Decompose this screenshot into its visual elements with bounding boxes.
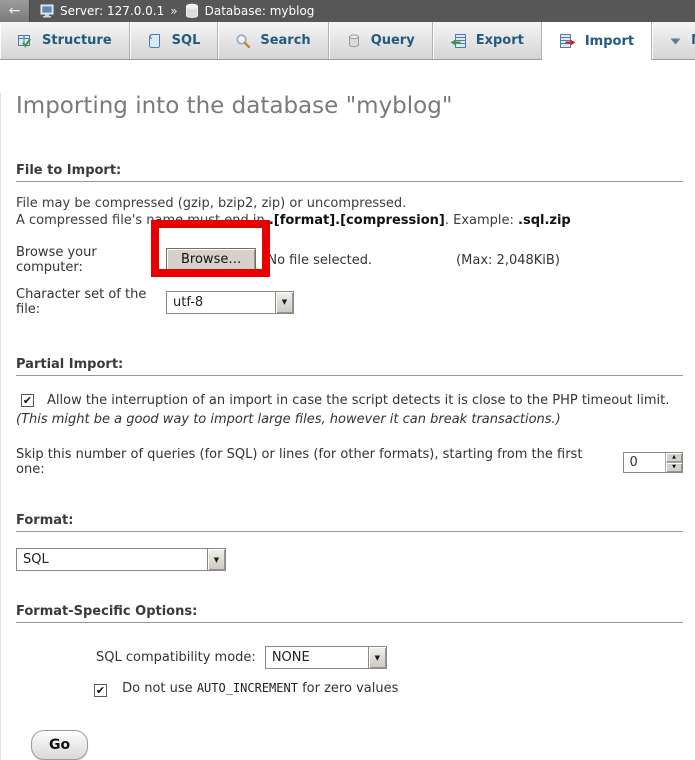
tab-label: SQL: [172, 33, 201, 48]
file-import-description: File may be compressed (gzip, bzip2, zip…: [16, 195, 683, 229]
back-button[interactable]: ←: [0, 0, 30, 22]
auto-increment-code: AUTO_INCREMENT: [197, 681, 298, 695]
auto-increment-text-suffix: for zero values: [298, 681, 398, 696]
sql-icon: [147, 33, 163, 49]
naming-info-prefix: A compressed file's name must end in: [16, 213, 269, 228]
auto-increment-text-prefix: Do not use: [122, 681, 197, 696]
check-icon: ✔: [23, 395, 32, 406]
browse-row: Browse your computer: Browse… No file se…: [16, 245, 683, 275]
sql-compatibility-select[interactable]: NONE ▼: [265, 646, 387, 669]
section-heading-file-to-import: File to Import:: [16, 163, 683, 182]
auto-increment-row: ✔ Do not use AUTO_INCREMENT for zero val…: [94, 680, 683, 697]
format-select-row: SQL ▼: [16, 548, 683, 571]
format-select-value: SQL: [17, 549, 207, 570]
breadcrumb: Server: 127.0.0.1 » Database: myblog: [39, 3, 314, 19]
allow-interruption-checkbox[interactable]: ✔: [21, 394, 34, 407]
tab-sql[interactable]: SQL: [130, 22, 219, 59]
allow-interruption-row: ✔ Allow the interruption of an import in…: [16, 391, 683, 429]
auto-increment-checkbox[interactable]: ✔: [94, 684, 107, 697]
check-icon: ✔: [96, 685, 105, 696]
breadcrumb-database[interactable]: Database: myblog: [205, 4, 315, 18]
skip-queries-value: 0: [624, 453, 665, 472]
format-select[interactable]: SQL ▼: [16, 548, 226, 571]
charset-row: Character set of the file: utf-8 ▼: [16, 287, 683, 317]
naming-info-mid: . Example:: [445, 213, 518, 228]
browse-button[interactable]: Browse…: [166, 248, 256, 272]
spinner-up-button[interactable]: ▲: [666, 453, 682, 462]
import-icon: [559, 33, 576, 49]
compression-info-line: File may be compressed (gzip, bzip2, zip…: [16, 196, 406, 211]
chevron-down-icon: [669, 33, 682, 49]
page-title: Importing into the database "myblog": [16, 93, 683, 119]
section-heading-format-options: Format-Specific Options:: [16, 604, 683, 623]
skip-queries-row: Skip this number of queries (for SQL) or…: [16, 447, 683, 477]
back-arrow-icon: ←: [9, 3, 21, 19]
no-file-selected-text: No file selected.: [267, 253, 372, 268]
tab-label: More: [691, 33, 695, 48]
tab-label: Export: [476, 33, 524, 48]
go-button[interactable]: Go: [31, 730, 88, 760]
charset-label: Character set of the file:: [16, 287, 166, 317]
tab-label: Import: [585, 34, 634, 49]
tab-structure[interactable]: Structure: [0, 22, 130, 59]
charset-select[interactable]: utf-8 ▼: [166, 291, 294, 314]
sql-compatibility-row: SQL compatibility mode: NONE ▼: [96, 646, 683, 669]
dropdown-arrow-icon[interactable]: ▼: [368, 647, 386, 668]
naming-info-example: .sql.zip: [518, 213, 571, 228]
browse-label: Browse your computer:: [16, 245, 166, 275]
tab-query[interactable]: Query: [329, 22, 433, 59]
server-icon: [39, 3, 55, 19]
tab-label: Structure: [42, 33, 112, 48]
allow-interruption-text: Allow the interruption of an import in c…: [47, 393, 669, 408]
breadcrumb-server[interactable]: Server: 127.0.0.1: [60, 4, 164, 18]
tab-search[interactable]: Search: [218, 22, 328, 59]
tab-export[interactable]: Export: [433, 22, 542, 59]
sql-compatibility-label: SQL compatibility mode:: [96, 650, 256, 665]
charset-select-value: utf-8: [167, 292, 275, 313]
export-icon: [450, 33, 467, 49]
tab-more[interactable]: More: [652, 22, 695, 59]
tab-bar: Structure SQL Search Query Export: [0, 22, 695, 60]
spinner-down-button[interactable]: ▼: [666, 462, 682, 472]
skip-queries-label: Skip this number of queries (for SQL) or…: [16, 447, 610, 477]
tab-import[interactable]: Import: [542, 22, 652, 60]
breadcrumb-bar: ← Server: 127.0.0.1 » Database: myblog: [0, 0, 695, 22]
spinner-buttons: ▲ ▼: [665, 453, 682, 472]
section-heading-format: Format:: [16, 513, 683, 532]
query-database-icon: [346, 33, 362, 49]
allow-interruption-note: (This might be a good way to import larg…: [16, 412, 561, 427]
skip-queries-input[interactable]: 0 ▲ ▼: [623, 452, 683, 473]
breadcrumb-separator: »: [169, 4, 178, 18]
section-heading-partial-import: Partial Import:: [16, 357, 683, 376]
tab-label: Search: [260, 33, 310, 48]
sql-compatibility-value: NONE: [266, 647, 368, 668]
structure-icon: [17, 33, 33, 49]
tab-label: Query: [371, 33, 415, 48]
dropdown-arrow-icon[interactable]: ▼: [207, 549, 225, 570]
database-icon: [184, 3, 200, 19]
search-icon: [235, 33, 251, 49]
main-content: Importing into the database "myblog" Fil…: [0, 93, 695, 760]
dropdown-arrow-icon[interactable]: ▼: [275, 292, 293, 313]
max-size-text: (Max: 2,048KiB): [456, 253, 560, 268]
naming-info-format: .[format].[compression]: [269, 213, 445, 228]
